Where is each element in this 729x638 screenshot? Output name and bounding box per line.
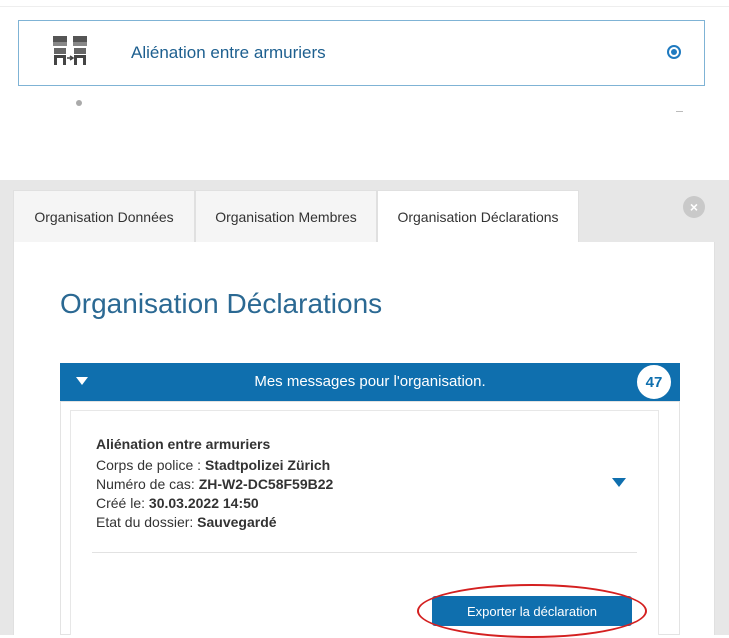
shop-transfer-icon [53,36,87,65]
step-dot [76,100,82,106]
case-title: Aliénation entre armuriers [96,436,271,452]
case-number-label: Numéro de cas: [96,476,199,492]
case-police-label: Corps de police : [96,457,205,473]
top-divider [0,6,729,7]
option-card-alienation[interactable]: Aliénation entre armuriers [18,20,705,86]
case-police-value: Stadtpolizei Zürich [204,457,331,473]
accordion-title: Mes messages pour l'organisation. [254,373,486,390]
tab-label: Organisation Déclarations [397,208,559,225]
case-created-label: Créé le: [96,495,149,511]
case-created: Créé le: 30.03.2022 14:50 [96,495,259,511]
accordion-header[interactable]: Mes messages pour l'organisation. [60,363,680,401]
case-status-label: Etat du dossier: [96,514,198,530]
card-divider [92,552,637,553]
export-declaration-button[interactable]: Exporter la déclaration [432,596,632,626]
tab-organisation-declarations[interactable]: Organisation Déclarations [377,190,579,242]
case-created-value: 30.03.2022 14:50 [148,495,259,511]
tab-label: Organisation Données [34,208,174,225]
case-number: Numéro de cas: ZH-W2-DC58F59B22 [96,476,333,492]
tab-organisation-membres[interactable]: Organisation Membres [195,190,377,242]
expand-details-icon[interactable] [612,478,626,487]
close-icon[interactable]: × [683,196,705,218]
case-police: Corps de police : Stadtpolizei Zürich [96,457,330,473]
case-status: Etat du dossier: Sauvegardé [96,514,277,530]
tab-organisation-donnees[interactable]: Organisation Données [13,190,195,242]
case-number-value: ZH-W2-DC58F59B22 [198,476,334,492]
step-dash [676,111,683,112]
case-status-value: Sauvegardé [197,514,277,530]
option-radio[interactable] [667,45,681,59]
message-count-badge: 47 [635,363,673,401]
page-title: Organisation Déclarations [60,288,383,319]
tab-label: Organisation Membres [215,208,357,225]
option-label: Aliénation entre armuriers [131,43,326,62]
